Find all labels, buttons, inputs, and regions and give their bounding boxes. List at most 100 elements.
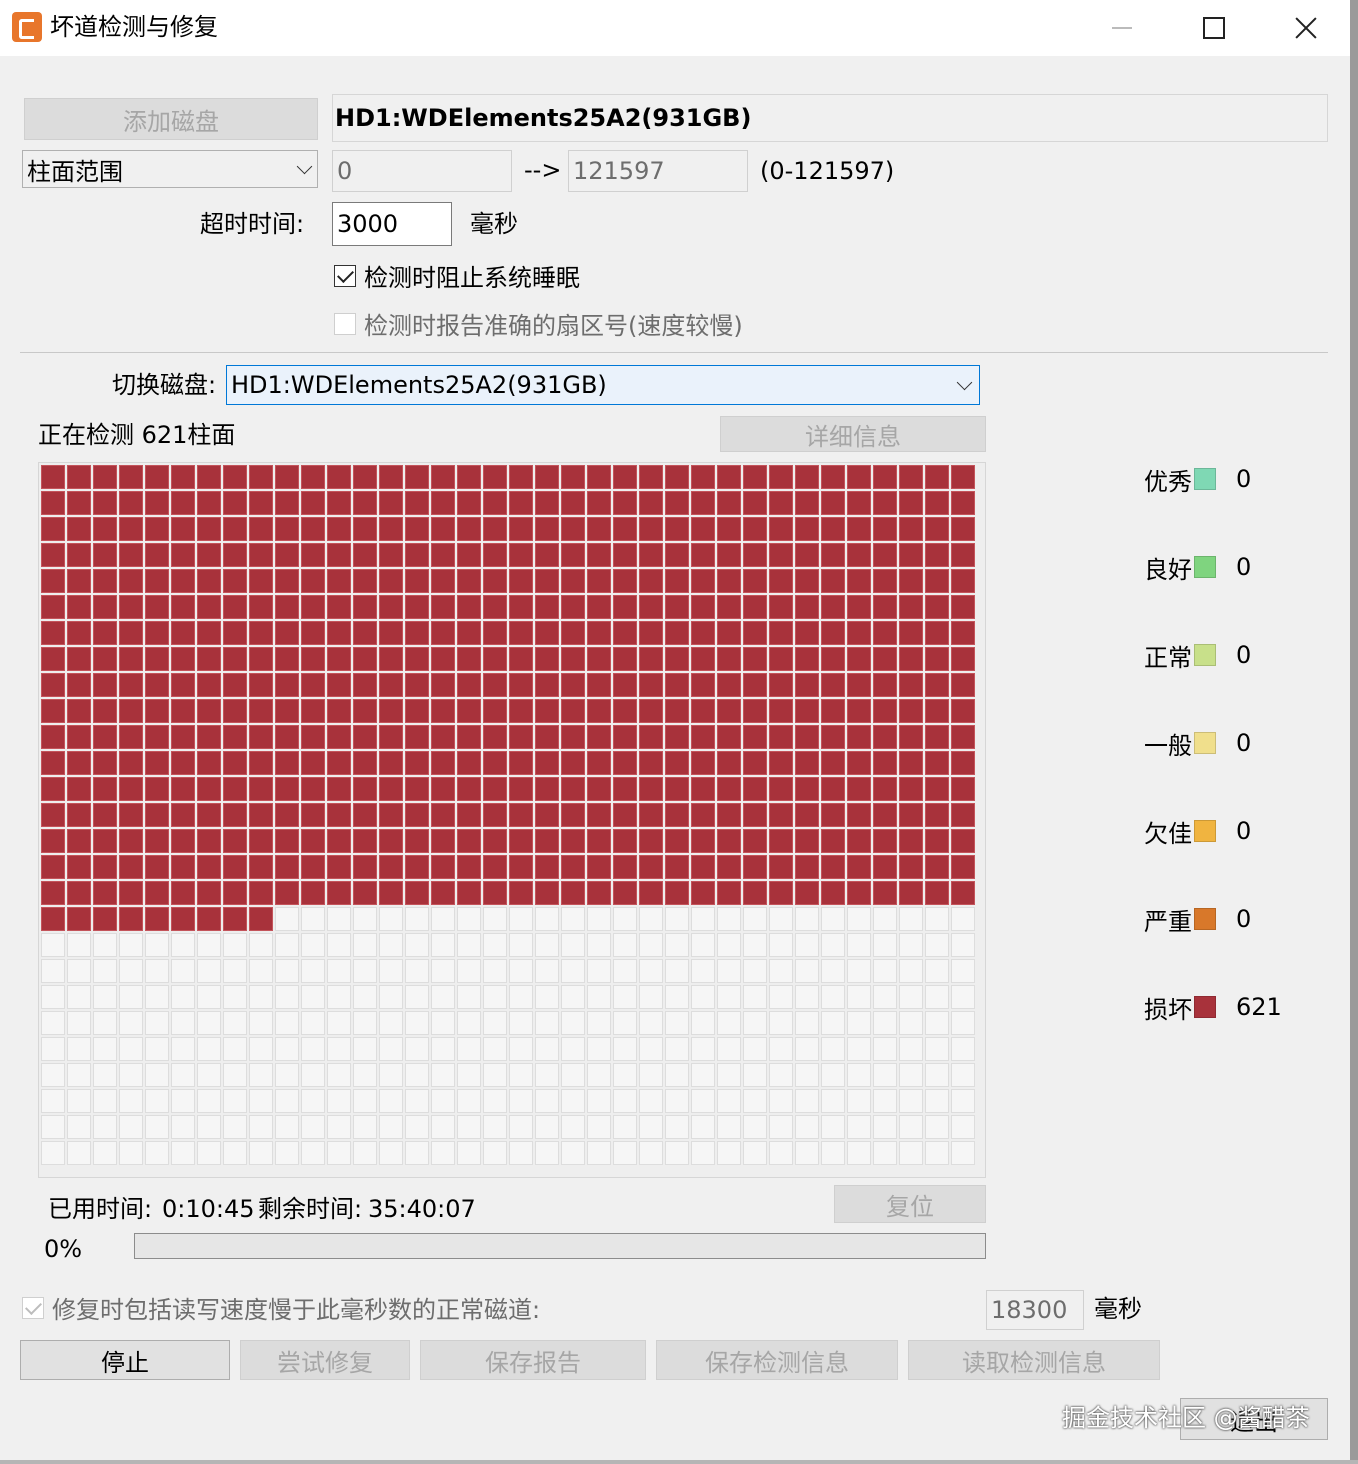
grid-cell-bad <box>691 621 715 645</box>
grid-cell-bad <box>41 543 65 567</box>
slow-track-checkbox[interactable] <box>22 1297 44 1319</box>
grid-cell-bad <box>171 907 195 931</box>
grid-cell-bad <box>639 673 663 697</box>
grid-cell-bad <box>769 595 793 619</box>
grid-cell-empty <box>379 1115 403 1139</box>
grid-cell-bad <box>587 595 611 619</box>
chevron-down-icon <box>956 374 973 391</box>
grid-cell-empty <box>613 907 637 931</box>
grid-cell-bad <box>171 881 195 905</box>
grid-cell-bad <box>665 595 689 619</box>
grid-cell-empty <box>483 1063 507 1087</box>
grid-cell-bad <box>301 647 325 671</box>
grid-cell-bad <box>67 725 91 749</box>
grid-cell-empty <box>951 1089 975 1113</box>
grid-cell-bad <box>67 543 91 567</box>
try-repair-button[interactable]: 尝试修复 <box>240 1340 410 1380</box>
legend-label: 优秀 <box>1144 467 1192 496</box>
grid-cell-bad <box>197 517 221 541</box>
grid-cell-bad <box>769 517 793 541</box>
load-scan-button[interactable]: 读取检测信息 <box>908 1340 1160 1380</box>
grid-cell-bad <box>483 543 507 567</box>
slow-track-input[interactable]: 18300 <box>986 1290 1084 1330</box>
grid-cell-bad <box>587 699 611 723</box>
grid-cell-bad <box>223 465 247 489</box>
range-start-input[interactable]: 0 <box>332 150 512 192</box>
grid-cell-bad <box>379 699 403 723</box>
grid-cell-bad <box>249 491 273 515</box>
grid-cell-bad <box>327 543 351 567</box>
grid-cell-bad <box>197 751 221 775</box>
grid-cell-empty <box>665 933 689 957</box>
grid-cell-bad <box>93 855 117 879</box>
grid-cell-bad <box>67 907 91 931</box>
grid-cell-bad <box>899 673 923 697</box>
save-report-button[interactable]: 保存报告 <box>420 1340 646 1380</box>
prevent-sleep-checkbox[interactable] <box>334 265 356 287</box>
grid-cell-empty <box>639 1011 663 1035</box>
grid-cell-empty <box>483 959 507 983</box>
grid-cell-empty <box>327 933 351 957</box>
grid-cell-empty <box>639 933 663 957</box>
grid-cell-bad <box>639 699 663 723</box>
grid-cell-bad <box>743 595 767 619</box>
grid-cell-bad <box>795 751 819 775</box>
grid-cell-bad <box>743 829 767 853</box>
timeout-label: 超时时间: <box>200 210 305 238</box>
add-disk-button[interactable]: 添加磁盘 <box>24 98 318 140</box>
minimize-button[interactable] <box>1076 0 1168 56</box>
legend-swatch <box>1194 820 1216 842</box>
grid-cell-bad <box>301 543 325 567</box>
grid-cell-bad <box>197 569 221 593</box>
grid-cell-bad <box>275 543 299 567</box>
grid-cell-bad <box>691 543 715 567</box>
grid-cell-bad <box>223 517 247 541</box>
grid-cell-bad <box>951 751 975 775</box>
switch-disk-select[interactable]: HD1:WDElements25A2(931GB) <box>226 365 980 405</box>
legend-count: 0 <box>1236 817 1252 845</box>
range-mode-select[interactable]: 柱面范围 <box>22 150 318 188</box>
grid-cell-bad <box>717 777 741 801</box>
save-scan-button[interactable]: 保存检测信息 <box>656 1340 898 1380</box>
grid-cell-empty <box>145 933 169 957</box>
grid-cell-empty <box>249 1037 273 1061</box>
grid-cell-bad <box>457 803 481 827</box>
grid-cell-empty <box>301 1089 325 1113</box>
reset-button[interactable]: 复位 <box>834 1185 986 1223</box>
grid-cell-bad <box>795 699 819 723</box>
legend-swatch <box>1194 732 1216 754</box>
grid-cell-bad <box>197 491 221 515</box>
legend-item: 欠佳 0 <box>1144 815 1251 848</box>
grid-cell-bad <box>769 777 793 801</box>
grid-cell-bad <box>561 803 585 827</box>
details-button[interactable]: 详细信息 <box>720 416 986 452</box>
grid-cell-empty <box>717 1115 741 1139</box>
grid-cell-bad <box>93 803 117 827</box>
grid-cell-empty <box>405 1011 429 1035</box>
grid-cell-empty <box>795 1089 819 1113</box>
legend-item: 正常 0 <box>1144 639 1251 672</box>
section-divider <box>20 352 1328 353</box>
grid-cell-bad <box>197 595 221 619</box>
grid-cell-bad <box>899 881 923 905</box>
grid-cell-bad <box>457 647 481 671</box>
grid-cell-empty <box>457 1089 481 1113</box>
grid-cell-bad <box>717 725 741 749</box>
timeout-input[interactable]: 3000 <box>332 202 452 246</box>
grid-cell-empty <box>119 1115 143 1139</box>
grid-cell-empty <box>717 1141 741 1165</box>
grid-cell-empty <box>431 1011 455 1035</box>
grid-cell-bad <box>613 543 637 567</box>
range-end-input[interactable]: 121597 <box>568 150 748 192</box>
grid-cell-bad <box>821 751 845 775</box>
stop-button[interactable]: 停止 <box>20 1340 230 1380</box>
grid-cell-empty <box>535 1089 559 1113</box>
grid-cell-bad <box>41 829 65 853</box>
close-button[interactable] <box>1260 0 1352 56</box>
maximize-button[interactable] <box>1168 0 1260 56</box>
grid-cell-bad <box>41 621 65 645</box>
grid-cell-bad <box>795 621 819 645</box>
grid-cell-bad <box>93 621 117 645</box>
report-sector-checkbox[interactable] <box>334 313 356 335</box>
grid-cell-empty <box>223 1141 247 1165</box>
